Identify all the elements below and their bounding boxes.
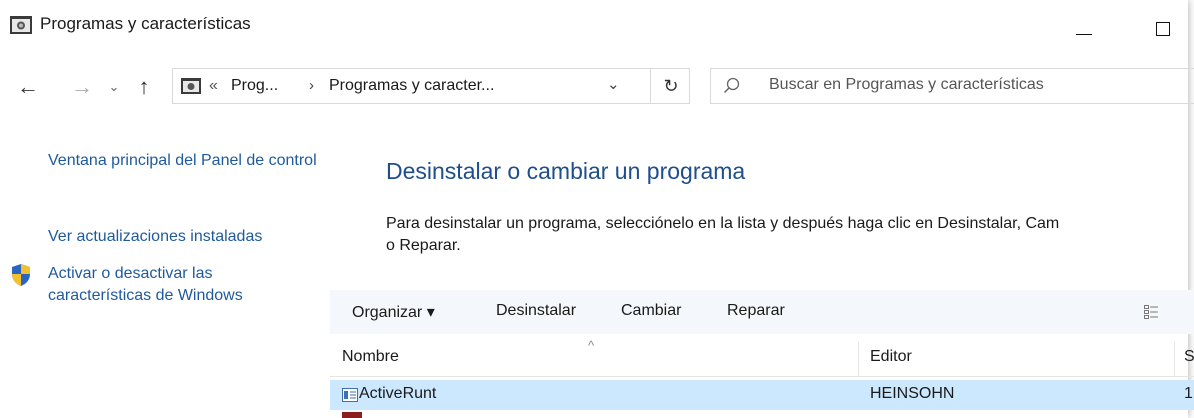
window: Programas y características ← → ⌄ ↑ « Pr… bbox=[0, 0, 1194, 418]
repair-button[interactable]: Reparar bbox=[727, 302, 785, 320]
table-header: Nombre Editor S bbox=[330, 336, 1194, 377]
row-publisher: HEINSOHN bbox=[870, 385, 955, 402]
up-arrow-icon[interactable]: ↑ bbox=[130, 72, 158, 102]
program-icon bbox=[342, 388, 358, 402]
control-panel-icon bbox=[181, 78, 201, 94]
column-header-publisher[interactable]: Editor bbox=[870, 348, 912, 366]
change-button[interactable]: Cambiar bbox=[621, 302, 681, 320]
minimize-button[interactable] bbox=[1060, 6, 1106, 46]
description-line-2: o Reparar. bbox=[386, 237, 461, 254]
sidebar-link-installed-updates[interactable]: Ver actualizaciones instaladas bbox=[48, 226, 328, 248]
sidebar-link-windows-features[interactable]: Activar o desactivar las características… bbox=[48, 263, 298, 307]
address-dropdown-chevron-icon[interactable]: ⌄ bbox=[607, 75, 620, 93]
program-icon bbox=[342, 412, 362, 418]
breadcrumb-separator[interactable]: › bbox=[309, 77, 314, 94]
column-divider[interactable] bbox=[858, 342, 859, 376]
column-header-name[interactable]: Nombre bbox=[342, 348, 399, 366]
uac-shield-icon bbox=[10, 263, 32, 287]
address-bar[interactable]: « Prog... › Programas y caracter... ⌄ ↻ bbox=[172, 68, 690, 104]
table-row[interactable]: ActiveRunt HEINSOHN 1 bbox=[330, 380, 1194, 410]
control-panel-icon bbox=[10, 16, 32, 34]
breadcrumb-overflow[interactable]: « bbox=[209, 77, 218, 95]
organize-button[interactable]: Organizar ▾ bbox=[352, 302, 435, 322]
recent-locations-chevron-icon[interactable]: ⌄ bbox=[104, 72, 124, 102]
forward-arrow-icon[interactable]: → bbox=[68, 72, 96, 102]
page-title: Desinstalar o cambiar un programa bbox=[386, 158, 746, 184]
search-box[interactable] bbox=[710, 68, 1194, 104]
window-title: Programas y características bbox=[40, 14, 251, 33]
row-name: ActiveRunt bbox=[359, 385, 437, 402]
view-options-icon[interactable] bbox=[1144, 305, 1158, 319]
maximize-button[interactable] bbox=[1150, 6, 1190, 46]
breadcrumb-item-control-panel[interactable]: Prog... bbox=[231, 77, 278, 95]
sidebar-link-control-panel-home[interactable]: Ventana principal del Panel de control bbox=[48, 150, 328, 172]
back-arrow-icon[interactable]: ← bbox=[14, 72, 42, 102]
refresh-icon[interactable]: ↻ bbox=[650, 69, 691, 103]
uninstall-button[interactable]: Desinstalar bbox=[496, 302, 576, 320]
page-description: Para desinstalar un programa, seleccióne… bbox=[386, 213, 1194, 257]
title-bar: Programas y características bbox=[0, 0, 1188, 50]
description-line-1: Para desinstalar un programa, seleccióne… bbox=[386, 215, 1060, 232]
row-size: 1 bbox=[1184, 385, 1193, 402]
search-icon bbox=[723, 77, 741, 95]
command-toolbar: Organizar ▾ Desinstalar Cambiar Reparar bbox=[330, 290, 1194, 334]
column-divider[interactable] bbox=[1174, 342, 1175, 376]
breadcrumb-item-programs[interactable]: Programas y caracter... bbox=[329, 77, 494, 95]
column-header-size[interactable]: S bbox=[1184, 348, 1194, 366]
navigation-bar: ← → ⌄ ↑ « Prog... › Programas y caracter… bbox=[0, 60, 1194, 114]
sort-ascending-icon: ^ bbox=[588, 338, 595, 353]
search-input[interactable] bbox=[767, 75, 1171, 95]
